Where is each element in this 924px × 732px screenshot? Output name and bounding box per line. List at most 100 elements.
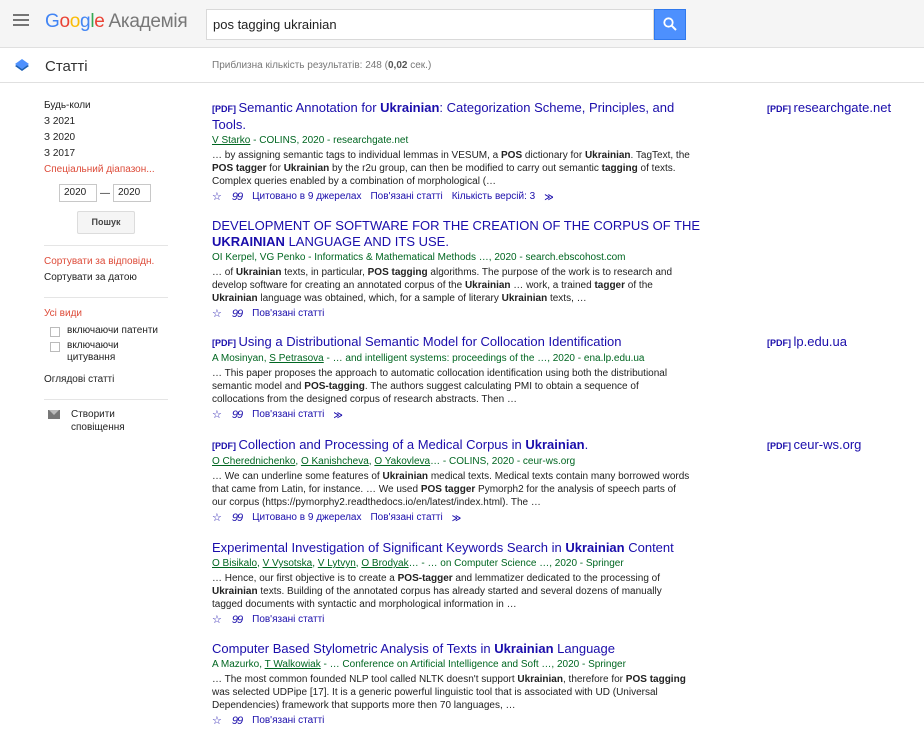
result-item: Experimental Investigation of Significan… — [212, 540, 702, 627]
pdf-tag: [PDF] — [212, 338, 239, 348]
snippet-emph: POS tagging — [367, 267, 428, 278]
title-text: . — [584, 437, 589, 452]
result-authors: A Mazurko, T Walkowiak - … Conference on… — [212, 658, 702, 672]
include-citations-row[interactable]: включаючи цитування — [44, 340, 169, 364]
include-patents-checkbox[interactable] — [50, 327, 60, 337]
side-pdf-link[interactable]: [PDF] lp.edu.ua — [767, 334, 847, 349]
result-title-link[interactable]: Experimental Investigation of Significan… — [212, 540, 702, 556]
result-authors: A Mosinyan, S Petrasova - … and intellig… — [212, 352, 702, 366]
meta-emph[interactable]: O Brodyak — [361, 558, 408, 569]
side-pdf-link[interactable]: [PDF] ceur-ws.org — [767, 437, 861, 452]
result-authors: V Starko - COLINS, 2020 - researchgate.n… — [212, 134, 702, 148]
cite-quote-icon[interactable]: 99 — [232, 307, 243, 321]
snippet-emph: Ukrainian — [584, 150, 631, 161]
result-title-link[interactable]: DEVELOPMENT OF SOFTWARE FOR THE CREATION… — [212, 218, 702, 250]
result-actions: ☆ 99 Цитовано в 9 джерелах Пов'язані статті… — [212, 511, 702, 525]
section-title: Статті — [45, 58, 88, 75]
snippet-text: . TagText, the — [630, 150, 690, 161]
meta-text: … - COLINS, 2020 - ceur-ws.org — [430, 456, 576, 467]
meta-emph[interactable]: V Lytvyn — [318, 558, 356, 569]
snippet-text: texts, … — [547, 293, 587, 304]
meta-emph[interactable]: O Yakovleva — [374, 456, 430, 467]
more-options-icon[interactable]: ≫ — [333, 408, 342, 422]
meta-emph[interactable]: S Petrasova — [269, 353, 323, 364]
range-search-button[interactable]: Пошук — [77, 211, 135, 234]
filter-review-articles[interactable]: Оглядові статті — [44, 372, 169, 388]
meta-emph[interactable]: O Kanishcheva — [301, 456, 369, 467]
include-patents-row[interactable]: включаючи патенти — [44, 325, 169, 337]
cite-quote-icon[interactable]: 99 — [232, 190, 243, 204]
result-stats: Приблизна кількість результатів: 248 (0,… — [212, 60, 432, 71]
filter-all-types[interactable]: Усі види — [44, 306, 169, 322]
result-action-link[interactable]: Пов'язані статті — [370, 190, 442, 204]
save-star-icon[interactable]: ☆ — [212, 408, 222, 422]
filter-since-2020[interactable]: З 2020 — [44, 130, 169, 146]
filter-since-2017[interactable]: З 2017 — [44, 146, 169, 162]
save-star-icon[interactable]: ☆ — [212, 511, 222, 525]
result-title-link[interactable]: [PDF] Semantic Annotation for Ukrainian:… — [212, 100, 702, 133]
pdf-source-domain: ceur-ws.org — [793, 437, 862, 452]
save-star-icon[interactable]: ☆ — [212, 190, 222, 204]
result-action-link[interactable]: Цитовано в 9 джерелах — [252, 511, 361, 525]
menu-icon[interactable] — [13, 14, 31, 32]
result-title-link[interactable]: [PDF] Collection and Processing of a Med… — [212, 437, 702, 454]
logo-suffix: Академія — [108, 11, 188, 32]
result-actions: ☆ 99 Пов'язані статті — [212, 613, 702, 627]
snippet-emph: Ukrainian — [382, 471, 429, 482]
result-snippet: … by assigning semantic tags to individu… — [212, 149, 692, 188]
create-alert[interactable]: Створити сповіщення — [44, 408, 169, 434]
result-action-link[interactable]: Пов'язані статті — [370, 511, 442, 525]
title-text: DEVELOPMENT OF SOFTWARE FOR THE CREATION… — [212, 218, 701, 233]
title-text: Content — [624, 540, 674, 555]
cite-quote-icon[interactable]: 99 — [232, 714, 243, 728]
result-item: DEVELOPMENT OF SOFTWARE FOR THE CREATION… — [212, 218, 702, 321]
meta-emph[interactable]: O Bisikalo — [212, 558, 257, 569]
save-star-icon[interactable]: ☆ — [212, 714, 222, 728]
result-action-link[interactable]: Пов'язані статті — [252, 613, 324, 627]
articles-icon[interactable] — [14, 58, 30, 72]
search-button[interactable] — [654, 9, 686, 40]
sort-by-relevance[interactable]: Сортувати за відповідн. — [44, 254, 169, 270]
save-star-icon[interactable]: ☆ — [212, 307, 222, 321]
cite-quote-icon[interactable]: 99 — [232, 408, 243, 422]
more-options-icon[interactable]: ≫ — [544, 190, 553, 204]
sort-by-date[interactable]: Сортувати за датою — [44, 270, 169, 286]
snippet-text: by the r2u group, can then be modified t… — [329, 163, 602, 174]
divider — [44, 399, 168, 400]
google-scholar-logo[interactable]: Google Академія — [45, 11, 188, 33]
snippet-text: dictionary for — [522, 150, 585, 161]
meta-emph[interactable]: O Cherednichenko — [212, 456, 295, 467]
filter-custom-range[interactable]: Спеціальний діапазон... — [44, 162, 169, 178]
cite-quote-icon[interactable]: 99 — [232, 613, 243, 627]
result-snippet: … We can underline some features of Ukra… — [212, 470, 692, 509]
side-pdf-link[interactable]: [PDF] researchgate.net — [767, 100, 891, 115]
include-citations-checkbox[interactable] — [50, 342, 60, 352]
snippet-emph: tagging — [601, 163, 638, 174]
filter-since-2021[interactable]: З 2021 — [44, 114, 169, 130]
meta-text: OI Kerpel, VG Penko - Informatics & Math… — [212, 252, 626, 263]
filter-any-time[interactable]: Будь-коли — [44, 98, 169, 114]
year-to-input[interactable]: 2020 — [113, 184, 151, 202]
result-item: [PDF] Collection and Processing of a Med… — [212, 437, 702, 525]
meta-emph[interactable]: V Starko — [212, 135, 250, 146]
title-text: Experimental Investigation of Significan… — [212, 540, 566, 555]
result-title-link[interactable]: [PDF] Using a Distributional Semantic Mo… — [212, 334, 702, 351]
result-action-link[interactable]: Цитовано в 9 джерелах — [252, 190, 361, 204]
more-options-icon[interactable]: ≫ — [452, 511, 461, 525]
pdf-tag: [PDF] — [212, 104, 239, 114]
snippet-emph: POS tagging — [625, 674, 686, 685]
cite-quote-icon[interactable]: 99 — [232, 511, 243, 525]
range-dash: — — [100, 187, 110, 199]
result-action-link[interactable]: Пов'язані статті — [252, 307, 324, 321]
result-action-link[interactable]: Кількість версій: 3 — [452, 190, 536, 204]
meta-emph[interactable]: V Vysotska — [263, 558, 313, 569]
result-action-link[interactable]: Пов'язані статті — [252, 408, 324, 422]
result-title-link[interactable]: Computer Based Stylometric Analysis of T… — [212, 641, 702, 657]
snippet-text: was selected UDPipe [17]. It is a generi… — [212, 687, 658, 711]
year-from-input[interactable]: 2020 — [59, 184, 97, 202]
result-action-link[interactable]: Пов'язані статті — [252, 714, 324, 728]
search-input[interactable]: pos tagging ukrainian — [206, 9, 654, 40]
meta-emph[interactable]: T Walkowiak — [265, 659, 321, 670]
save-star-icon[interactable]: ☆ — [212, 613, 222, 627]
result-snippet: … Hence, our first objective is to creat… — [212, 572, 692, 611]
